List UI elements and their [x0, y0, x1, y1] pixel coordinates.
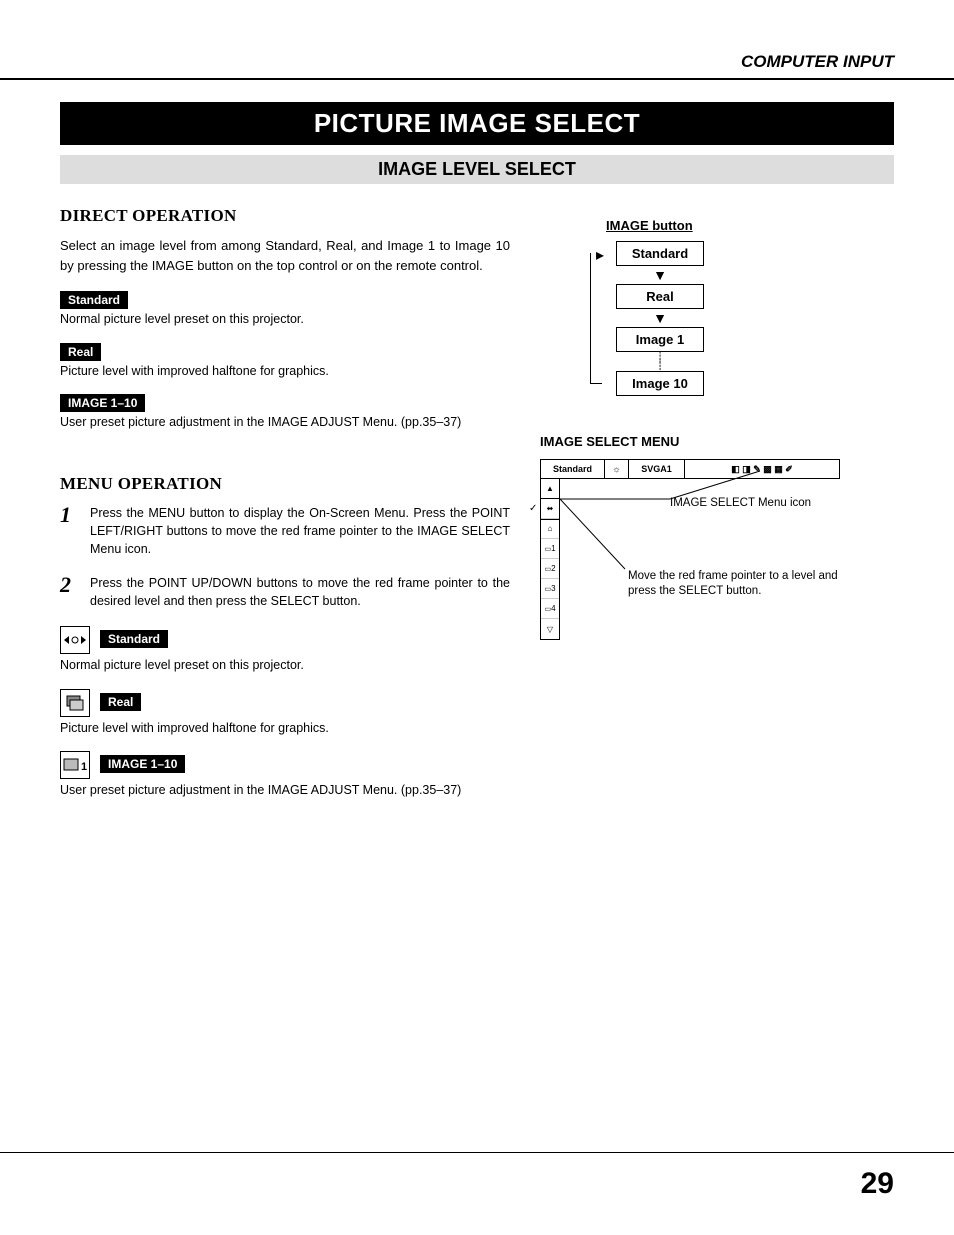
tag-standard: Standard — [60, 291, 128, 309]
page-title: PICTURE IMAGE SELECT — [60, 102, 894, 145]
section-header: COMPUTER INPUT — [741, 52, 894, 72]
image-select-menu-caption: IMAGE SELECT MENU — [540, 434, 894, 449]
flow-label: IMAGE button — [606, 218, 750, 233]
desc-image-1-10: User preset picture adjustment in the IM… — [60, 414, 510, 432]
loop-arrow-icon: ▸ — [596, 245, 604, 265]
flow-box-image1: Image 1 — [616, 327, 704, 352]
direct-operation-heading: DIRECT OPERATION — [60, 206, 510, 226]
page-subtitle: IMAGE LEVEL SELECT — [60, 155, 894, 184]
desc-standard: Normal picture level preset on this proj… — [60, 311, 510, 329]
desc-real: Picture level with improved halftone for… — [60, 363, 510, 381]
standard-icon — [60, 626, 90, 654]
step-text-2: Press the POINT UP/DOWN buttons to move … — [90, 574, 510, 610]
menu-cell-svga1: SVGA1 — [629, 460, 685, 478]
menu-side-up: ▲ — [541, 479, 559, 499]
step-2: 2 Press the POINT UP/DOWN buttons to mov… — [60, 574, 510, 610]
menu-side-img1: ▭1 — [541, 539, 559, 559]
image-select-menu-diagram: Standard ☼ SVGA1 ◧ ◨ ✎ ▩ ▦ ✐ ▲ ⬌ ⌂ ▭1 ▭2… — [540, 459, 840, 640]
callout-menu-icon: IMAGE SELECT Menu icon — [670, 497, 811, 509]
tag-real: Real — [60, 343, 101, 361]
desc-standard-2: Normal picture level preset on this proj… — [60, 657, 510, 675]
step-text-1: Press the MENU button to display the On-… — [90, 504, 510, 558]
rule-top — [0, 78, 954, 80]
image-1-10-icon: 1 — [60, 751, 90, 779]
menu-side-real: ⌂ — [541, 519, 559, 539]
desc-real-2: Picture level with improved halftone for… — [60, 720, 510, 738]
page-number: 29 — [861, 1167, 894, 1201]
real-icon — [60, 689, 90, 717]
menu-side-img4: ▭4 — [541, 599, 559, 619]
svg-text:1: 1 — [81, 761, 87, 773]
flow-box-real: Real — [616, 284, 704, 309]
image-button-flow: IMAGE button ▸ Standard ▼ Real ▼ Image 1… — [570, 218, 750, 396]
callout-red-frame: Move the red frame pointer to a level an… — [628, 569, 838, 599]
direct-operation-intro: Select an image level from among Standar… — [60, 236, 510, 275]
step-num-1: 1 — [60, 504, 78, 558]
menu-icon-cell: ☼ — [605, 460, 629, 478]
tag-image-1-10: IMAGE 1–10 — [60, 394, 145, 412]
tag-real-2: Real — [100, 693, 141, 711]
step-1: 1 Press the MENU button to display the O… — [60, 504, 510, 558]
desc-image-1-10-2: User preset picture adjustment in the IM… — [60, 782, 510, 800]
menu-side-img3: ▭3 — [541, 579, 559, 599]
tag-image-1-10-2: IMAGE 1–10 — [100, 755, 185, 773]
step-num-2: 2 — [60, 574, 78, 610]
menu-operation-heading: MENU OPERATION — [60, 474, 510, 494]
menu-side-standard: ⬌ — [541, 499, 559, 519]
menu-side-down: ▽ — [541, 619, 559, 639]
menu-side-img2: ▭2 — [541, 559, 559, 579]
menu-cell-standard: Standard — [541, 460, 605, 478]
flow-box-standard: Standard — [616, 241, 704, 266]
rule-bottom — [0, 1152, 954, 1153]
tag-standard-2: Standard — [100, 630, 168, 648]
flow-box-image10: Image 10 — [616, 371, 704, 396]
menu-icon-strip: ◧ ◨ ✎ ▩ ▦ ✐ — [685, 460, 839, 478]
